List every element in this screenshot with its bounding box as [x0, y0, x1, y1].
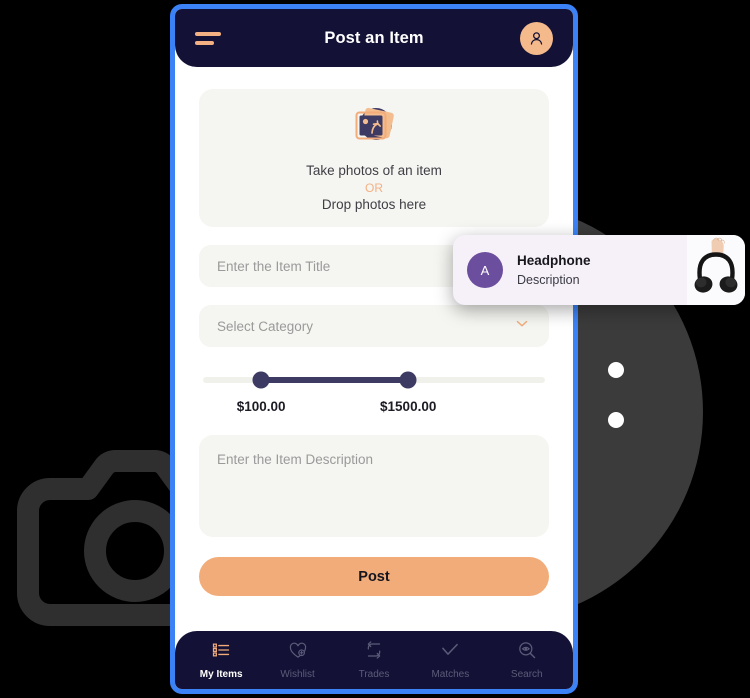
slider-handle-max[interactable] [399, 371, 417, 389]
item-description-placeholder: Enter the Item Description [217, 452, 374, 467]
category-placeholder: Select Category [217, 318, 314, 334]
swap-arrows-icon [364, 640, 384, 665]
photo-stack-icon [351, 102, 397, 148]
bottom-navigation: My Items Wishlist Trades Matches Search [175, 631, 573, 689]
slider-handle-min[interactable] [252, 371, 270, 389]
check-icon [440, 640, 460, 665]
search-eye-icon [517, 640, 537, 665]
nav-item-trades[interactable]: Trades [341, 640, 407, 680]
heart-plus-icon [288, 640, 308, 665]
page-title: Post an Item [324, 28, 424, 47]
nav-label-trades: Trades [358, 669, 390, 680]
nav-label-search: Search [510, 669, 543, 680]
nav-label-my-items: My Items [199, 669, 243, 680]
slider-max-label: $1500.00 [380, 399, 437, 414]
toast-text: Headphone Description [517, 251, 687, 289]
dropzone-or-text: OR [365, 180, 383, 195]
chevron-down-icon [513, 315, 531, 338]
slider-selected-range [261, 377, 409, 383]
dropzone-secondary-text: Drop photos here [321, 197, 427, 213]
hamburger-icon[interactable] [195, 30, 221, 46]
toast-title: Headphone [517, 253, 591, 269]
dropzone-primary-text: Take photos of an item [306, 162, 442, 178]
post-button[interactable]: Post [199, 557, 549, 596]
slider-track[interactable] [203, 371, 545, 389]
nav-label-matches: Matches [431, 669, 470, 680]
category-select[interactable]: Select Category [199, 305, 549, 347]
screenshot-stage: Post an Item Take photos of an item OR D… [0, 0, 750, 698]
list-icon [211, 640, 231, 665]
nav-item-search[interactable]: Search [494, 640, 560, 680]
toast-description: Description [517, 272, 580, 287]
nav-item-my-items[interactable]: My Items [188, 640, 254, 680]
user-avatar-icon[interactable] [520, 21, 553, 55]
phone-screen: Post an Item Take photos of an item OR D… [175, 9, 573, 689]
nav-item-wishlist[interactable]: Wishlist [265, 640, 331, 680]
app-header: Post an Item [175, 9, 573, 67]
avatar: A [467, 252, 503, 288]
form-body: Take photos of an item OR Drop photos he… [175, 67, 573, 596]
background-dot-2 [608, 412, 624, 428]
photo-dropzone[interactable]: Take photos of an item OR Drop photos he… [199, 89, 549, 227]
background-dot-1 [608, 362, 624, 378]
headphones-photo [687, 235, 745, 305]
item-description-input[interactable]: Enter the Item Description [199, 435, 549, 537]
nav-label-wishlist: Wishlist [280, 669, 315, 680]
notification-toast[interactable]: A Headphone Description [453, 235, 745, 305]
item-title-placeholder: Enter the Item Title [217, 258, 331, 274]
slider-min-label: $100.00 [236, 399, 286, 414]
phone-frame: Post an Item Take photos of an item OR D… [170, 4, 578, 694]
slider-labels: $100.00 $1500.00 [203, 399, 545, 417]
price-range-slider[interactable]: $100.00 $1500.00 [199, 371, 549, 417]
nav-item-matches[interactable]: Matches [417, 640, 483, 680]
